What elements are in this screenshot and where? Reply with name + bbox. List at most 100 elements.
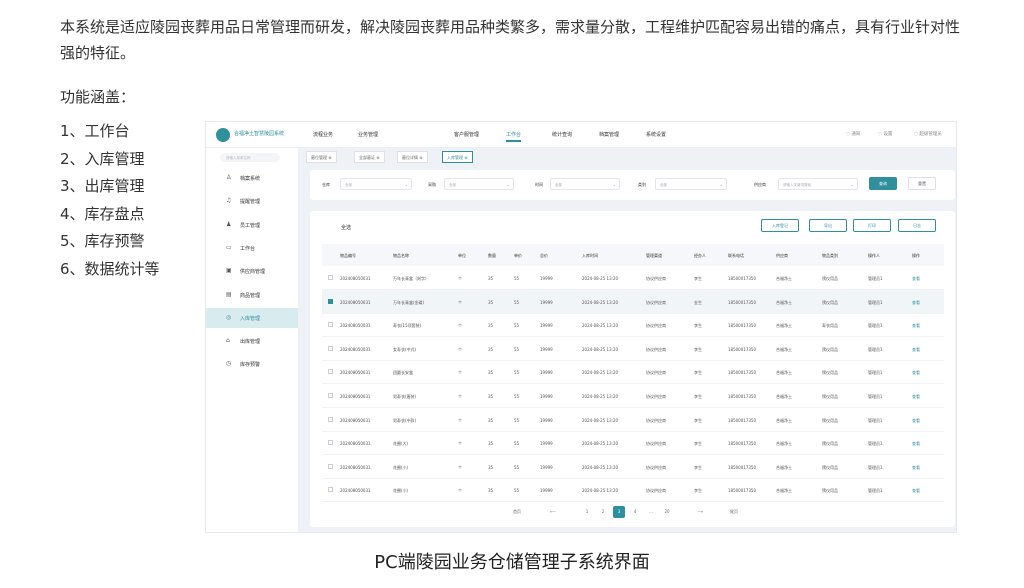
filter-select[interactable]: 全部 ⌄ xyxy=(444,178,514,190)
table-cell: 合福净土 xyxy=(776,370,792,376)
prev-page-button[interactable]: ⟵ xyxy=(547,506,559,518)
topnav-item[interactable]: 客户服管理 xyxy=(454,131,479,138)
desk-icon: ▭ xyxy=(226,243,232,251)
sidebar-item[interactable]: ◷ 库存预警 xyxy=(206,354,298,374)
table-cell: 19999 xyxy=(540,464,553,470)
table-cell: 个 xyxy=(458,323,462,329)
table-row[interactable]: 202408050031 女寿衣(中式) 个 35 55 19999 2024-08-25 … xyxy=(322,337,944,361)
row-checkbox[interactable] xyxy=(328,275,333,280)
filter-select[interactable]: 请输入关键词搜索 ⌄ xyxy=(778,178,858,190)
select-all-label[interactable]: 全选 xyxy=(341,224,351,231)
sidebar-search-input[interactable]: 请输入菜单名称 xyxy=(220,153,280,162)
table-cell: 合福净土 xyxy=(776,394,792,399)
action-button[interactable]: 导出 xyxy=(809,219,847,232)
table-cell: 2024-08-25 13:20 xyxy=(582,417,619,423)
table-cell: 202408050031 xyxy=(340,441,371,447)
column-header: 操作人 xyxy=(868,253,880,258)
page-number[interactable]: 3 xyxy=(613,506,625,518)
table-cell: 协议供应商 xyxy=(646,276,666,281)
tab-tag[interactable]: 入库管理 ⊗ xyxy=(442,151,473,163)
sidebar-item[interactable]: ▤ 商品管理 xyxy=(206,285,298,305)
row-checkbox[interactable] xyxy=(328,463,333,469)
table-cell: 202408050031 xyxy=(340,394,371,399)
table-row[interactable]: 202408050031 团圆长安盒 个 35 55 19999 2024-08-25 13… xyxy=(322,360,944,385)
top-bar: 合福净土智慧陵园系统 流程业务 业务管理 客户服管理 工作台 统计查询 档案管理 系统设置 … xyxy=(206,122,956,148)
filter-select[interactable]: 全部 ⌄ xyxy=(655,178,727,190)
row-checkbox[interactable] xyxy=(328,298,333,304)
page-number[interactable]: ... xyxy=(645,506,657,518)
row-checkbox[interactable] xyxy=(328,440,333,446)
table-cell: 万年长青盒(金碟) xyxy=(393,299,425,305)
view-link[interactable]: 查看 xyxy=(912,441,920,447)
filter-select[interactable]: 全部 ⌄ xyxy=(550,178,620,190)
view-link[interactable]: 查看 xyxy=(912,418,920,424)
topnav-item[interactable]: 档案管理 xyxy=(599,131,619,138)
table-row[interactable]: 202408050031 万年长青盒(金碟) 个 35 55 19999 2024-08-2… xyxy=(322,289,944,314)
topnav-item[interactable]: 工作台 xyxy=(506,131,522,142)
sidebar-item-label: 出库管理 xyxy=(240,339,261,346)
column-header: 供应商 xyxy=(776,253,788,258)
view-link[interactable]: 查看 xyxy=(912,323,920,329)
tab-tag[interactable]: 墓位管理 ⊗ xyxy=(306,151,337,163)
sidebar-item[interactable]: ▣ 供应商管理 xyxy=(206,261,298,281)
row-checkbox[interactable] xyxy=(328,369,333,375)
last-page-button[interactable]: 尾页 xyxy=(728,506,740,518)
view-link[interactable]: 查看 xyxy=(912,465,920,471)
table-row[interactable]: 202408050031 花圈(小) 个 35 55 19999 2024-08-25 13… xyxy=(322,478,944,503)
action-button[interactable]: 入库登记 xyxy=(761,219,799,232)
sidebar-item[interactable]: ♟ 员工管理 xyxy=(206,215,298,235)
row-checkbox[interactable] xyxy=(328,416,333,422)
topnav-item[interactable]: 统计查询 xyxy=(552,131,572,138)
tab-tag[interactable]: 墓位详情 ⊗ xyxy=(397,151,428,163)
row-checkbox[interactable] xyxy=(328,487,333,493)
sidebar-item[interactable]: ⌂ 出库管理 xyxy=(206,331,298,351)
topnav-item[interactable]: 流程业务 xyxy=(313,131,333,138)
table-row[interactable]: 202408050031 寿衣(15项套装) 个 35 55 19999 2024-08-2… xyxy=(322,313,944,338)
sidebar-item[interactable]: ♫ 提醒管理 xyxy=(206,191,298,211)
sidebar-item[interactable]: ♙ 档案系统 xyxy=(206,168,298,188)
first-page-button[interactable]: 首页 xyxy=(511,506,523,518)
filter-select[interactable]: 全部 ⌄ xyxy=(340,178,412,190)
toolbar-item[interactable]: ◌ 超级管理员 xyxy=(914,131,942,137)
view-link[interactable]: 查看 xyxy=(912,370,920,376)
filter-bar: 仓库 全部 ⌄ 采购 全部 ⌄ 时间 全部 ⌄ 类别 全部 ⌄ 供应商 请输入关键词搜索 ⌄ 查询 重置 xyxy=(310,170,955,200)
tab-tag[interactable]: 全部墓证 ⊗ xyxy=(354,151,385,163)
table-row[interactable]: 202408050031 男寿衣(中款) 个 35 55 19999 2024-08-25 … xyxy=(322,408,944,432)
sidebar-item[interactable]: ◎ 入库管理 xyxy=(206,307,298,328)
table-cell: 李生 xyxy=(694,488,702,494)
row-checkbox[interactable] xyxy=(328,345,333,351)
sidebar-item[interactable]: ▭ 工作台 xyxy=(206,238,298,258)
topnav-item[interactable]: 业务管理 xyxy=(358,131,378,138)
table-cell: 55 xyxy=(514,441,520,447)
action-button[interactable]: 打印 xyxy=(853,219,891,232)
action-button[interactable]: 日志 xyxy=(898,219,936,232)
filter-label: 时间 xyxy=(535,182,543,187)
table-cell: 管理员1 xyxy=(868,441,883,447)
search-button[interactable]: 查询 xyxy=(869,177,897,190)
next-page-button[interactable]: ⟶ xyxy=(694,506,706,518)
table-cell: 35 xyxy=(488,370,494,376)
toolbar-item[interactable]: ◌ 通知 xyxy=(846,131,860,137)
row-checkbox[interactable] xyxy=(328,322,333,328)
view-link[interactable]: 查看 xyxy=(912,276,920,282)
table-row[interactable]: 202408050031 男寿衣(唐装) 个 35 55 19999 2024-08-25 … xyxy=(322,384,944,408)
table-row[interactable]: 202408050031 花圈(小) 个 35 55 19999 2024-08-25 13… xyxy=(322,455,944,479)
table-cell: 管理员1 xyxy=(868,417,883,423)
page-number[interactable]: 1 xyxy=(581,506,593,518)
table-row[interactable]: 202408050031 万年长青盒（刻字） 个 35 55 19999 2024-08-2… xyxy=(322,266,944,290)
toolbar-item[interactable]: ◌ 设置 xyxy=(878,131,892,137)
table-row[interactable]: 202408050031 花圈(大) 个 35 55 19999 2024-08-25 13… xyxy=(322,431,944,456)
row-checkbox[interactable] xyxy=(328,393,333,398)
topnav-item[interactable]: 系统设置 xyxy=(646,131,666,138)
page-number[interactable]: 20 xyxy=(661,506,673,518)
page-number[interactable]: 4 xyxy=(629,506,641,518)
sidebar: 请输入菜单名称 ♙ 档案系统 ♫ 提醒管理 ♟ 员工管理 ▭ 工作台 ▣ 供应商管理 ▤ 商品管理 ◎ 入… xyxy=(206,148,298,532)
page-number[interactable]: 2 xyxy=(597,506,609,518)
view-link[interactable]: 查看 xyxy=(912,488,920,494)
table-cell: 万年长青盒（刻字） xyxy=(393,276,429,281)
reset-button[interactable]: 重置 xyxy=(908,177,936,190)
table-cell: 李生 xyxy=(694,346,702,352)
view-link[interactable]: 查看 xyxy=(912,347,920,353)
view-link[interactable]: 查看 xyxy=(912,300,920,306)
view-link[interactable]: 查看 xyxy=(912,394,920,400)
